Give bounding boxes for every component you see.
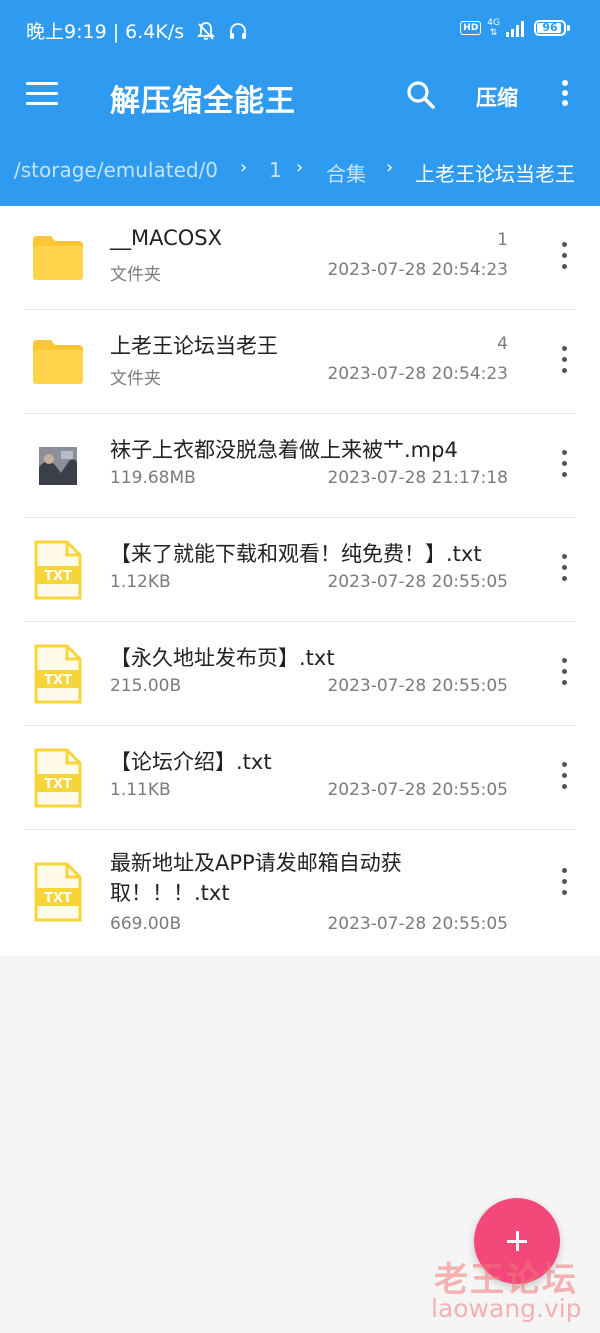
hamburger-icon[interactable] xyxy=(26,82,58,110)
svg-text:TXT: TXT xyxy=(44,891,72,906)
compress-button[interactable]: 压缩 xyxy=(476,82,518,112)
breadcrumb-item-collection[interactable]: 合集 xyxy=(326,158,366,187)
more-vertical-icon[interactable] xyxy=(562,658,570,691)
list-item[interactable]: TXT 【论坛介绍】.txt 1.11KB 2023-07-28 20:55:0… xyxy=(0,726,600,830)
list-item[interactable]: TXT 【来了就能下载和观看！纯免费！】.txt 1.12KB 2023-07-… xyxy=(0,518,600,622)
app-title: 解压缩全能王 xyxy=(110,84,296,119)
txt-file-icon: TXT xyxy=(34,644,82,704)
list-item[interactable]: 上老王论坛当老王 文件夹 4 2023-07-28 20:54:23 xyxy=(0,310,600,414)
more-vertical-icon[interactable] xyxy=(562,762,570,795)
file-date: 2023-07-28 21:17:18 xyxy=(327,468,508,488)
app-header: 晚上9:19 | 6.4K/s HD 4G ⇅ 96 解压缩全能王 压缩 /sto… xyxy=(0,0,600,206)
file-name: 【论坛介绍】.txt xyxy=(110,750,272,774)
item-count: 1 xyxy=(497,230,508,250)
file-date: 2023-07-28 20:55:05 xyxy=(327,572,508,592)
svg-text:TXT: TXT xyxy=(44,673,72,688)
file-meta: 文件夹 xyxy=(110,265,161,285)
breadcrumb: /storage/emulated/0 › 1 › 合集 › 上老王论坛当老王 xyxy=(0,150,600,194)
file-name: __MACOSX xyxy=(110,226,223,250)
file-meta: 119.68MB xyxy=(110,468,196,488)
more-vertical-icon[interactable] xyxy=(562,450,570,483)
file-name: 袜子上衣都没脱急着做上来被艹.mp4 xyxy=(110,438,458,462)
video-thumbnail xyxy=(39,447,77,485)
file-meta: 215.00B xyxy=(110,676,182,696)
file-name: 【来了就能下载和观看！纯免费！】.txt xyxy=(110,542,482,566)
txt-file-icon: TXT xyxy=(34,540,82,600)
hd-badge: HD xyxy=(460,21,482,35)
bell-off-icon xyxy=(196,22,216,40)
file-date: 2023-07-28 20:54:23 xyxy=(327,364,508,384)
list-item[interactable]: TXT 最新地址及APP请发邮箱自动获取！！！.txt 669.00B 2023… xyxy=(0,830,600,956)
search-icon[interactable] xyxy=(405,79,437,111)
chevron-right-icon: › xyxy=(296,157,304,178)
file-name: 上老王论坛当老王 xyxy=(110,334,278,358)
status-bar: 晚上9:19 | 6.4K/s HD 4G ⇅ 96 xyxy=(0,0,600,60)
breadcrumb-item-root[interactable]: /storage/emulated/0 xyxy=(14,158,218,182)
folder-icon xyxy=(33,340,83,384)
txt-file-icon: TXT xyxy=(34,862,82,922)
more-vertical-icon[interactable] xyxy=(562,346,570,379)
battery-icon: 96 xyxy=(534,20,566,36)
folder-icon xyxy=(33,236,83,280)
svg-text:TXT: TXT xyxy=(44,777,72,792)
network-type: 4G ⇅ xyxy=(487,18,500,38)
breadcrumb-item-1[interactable]: 1 xyxy=(269,158,282,182)
file-date: 2023-07-28 20:55:05 xyxy=(327,676,508,696)
file-name: 最新地址及APP请发邮箱自动获取！！！.txt xyxy=(110,851,402,905)
txt-file-icon: TXT xyxy=(34,748,82,808)
watermark-url: laowang.vip xyxy=(431,1294,582,1323)
file-name: 【永久地址发布页】.txt xyxy=(110,646,335,670)
list-item[interactable]: __MACOSX 文件夹 1 2023-07-28 20:54:23 xyxy=(0,206,600,310)
breadcrumb-item-current[interactable]: 上老王论坛当老王 xyxy=(415,158,575,187)
file-date: 2023-07-28 20:54:23 xyxy=(327,260,508,280)
file-meta: 文件夹 xyxy=(110,369,161,389)
list-item[interactable]: 袜子上衣都没脱急着做上来被艹.mp4 119.68MB 2023-07-28 2… xyxy=(0,414,600,518)
file-list: __MACOSX 文件夹 1 2023-07-28 20:54:23 上老王论坛… xyxy=(0,206,600,956)
svg-text:TXT: TXT xyxy=(44,569,72,584)
file-meta: 1.11KB xyxy=(110,780,171,800)
file-date: 2023-07-28 20:55:05 xyxy=(327,914,508,934)
headphones-icon xyxy=(230,23,247,39)
file-date: 2023-07-28 20:55:05 xyxy=(327,780,508,800)
signal-icon xyxy=(506,21,524,37)
more-vertical-icon[interactable] xyxy=(562,242,570,275)
more-vertical-icon[interactable] xyxy=(562,868,570,901)
status-time-speed: 晚上9:19 | 6.4K/s xyxy=(26,21,185,43)
file-meta: 1.12KB xyxy=(110,572,171,592)
toolbar: 解压缩全能王 压缩 xyxy=(0,60,600,132)
file-meta: 669.00B xyxy=(110,914,182,934)
item-count: 4 xyxy=(497,334,508,354)
more-vertical-icon[interactable] xyxy=(562,80,570,110)
list-item[interactable]: TXT 【永久地址发布页】.txt 215.00B 2023-07-28 20:… xyxy=(0,622,600,726)
chevron-right-icon: › xyxy=(240,157,248,178)
more-vertical-icon[interactable] xyxy=(562,554,570,587)
chevron-right-icon: › xyxy=(386,157,394,178)
